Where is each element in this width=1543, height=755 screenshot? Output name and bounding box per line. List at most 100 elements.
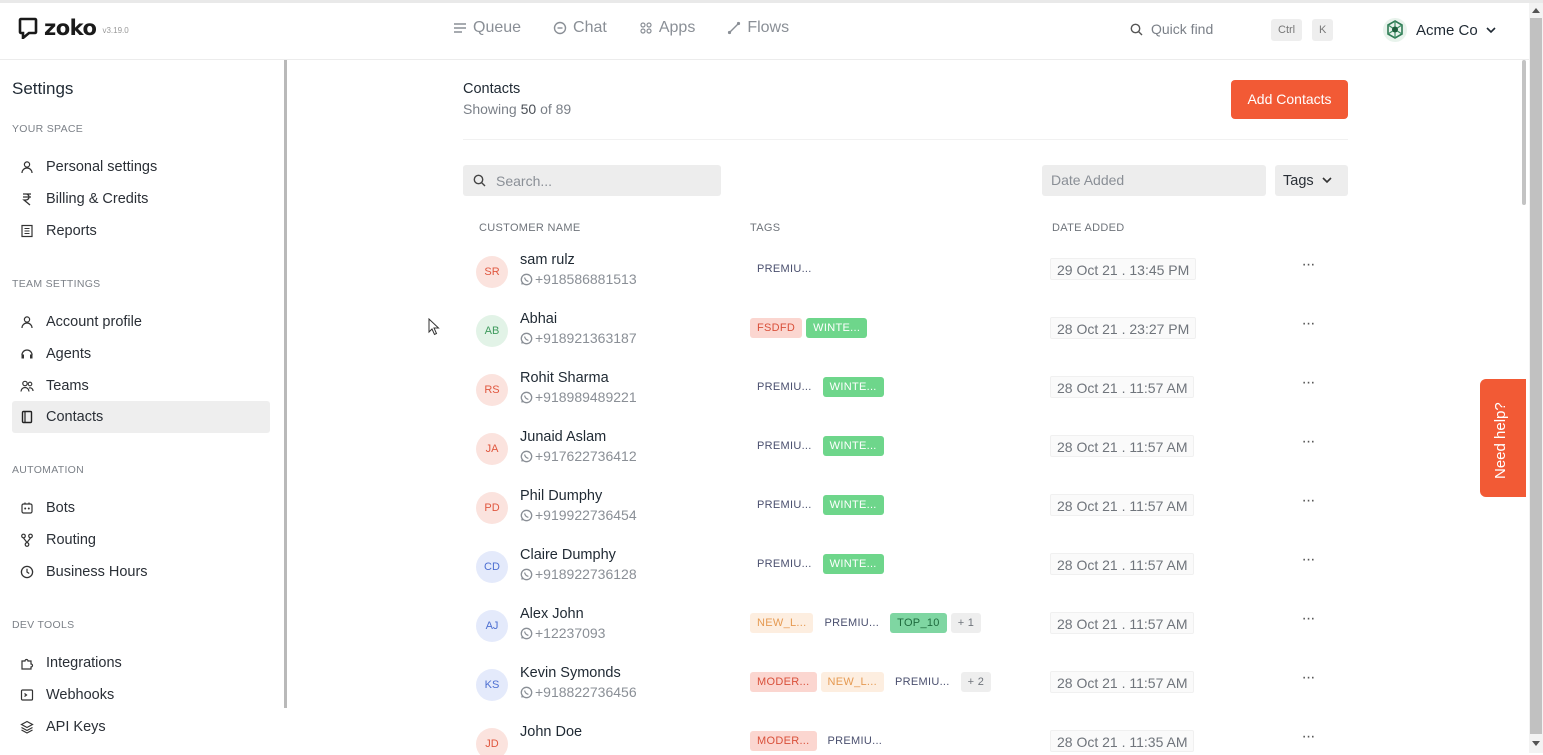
sidebar-item-routing[interactable]: Routing <box>12 524 270 556</box>
phone-number: +919922736454 <box>535 507 637 523</box>
whatsapp-icon <box>520 627 533 639</box>
sidebar-item-billing[interactable]: Billing & Credits <box>12 183 270 215</box>
column-tags[interactable]: TAGS <box>750 222 780 234</box>
need-help-button[interactable]: Need help? <box>1480 379 1526 497</box>
tag-badge[interactable]: PREMIU... <box>750 495 819 515</box>
search-input[interactable] <box>496 172 696 189</box>
customer-name[interactable]: Alex John <box>520 606 584 622</box>
routing-icon <box>21 533 33 547</box>
tag-badge[interactable]: WINTE... <box>822 554 884 574</box>
section-team-settings: TEAM SETTINGS <box>12 278 101 290</box>
search-icon <box>1130 23 1143 35</box>
phone-number: +918989489221 <box>535 389 637 405</box>
table-row[interactable]: CD Claire Dumphy +918922736128 PREMIU... WIN… <box>463 541 1348 600</box>
customer-name[interactable]: Abhai <box>520 311 557 327</box>
tag-badge[interactable]: WINTE... <box>806 318 868 338</box>
quick-find[interactable]: Quick find <box>1130 21 1213 37</box>
tag-badge[interactable]: PREMIU... <box>750 436 819 456</box>
phone-number: +918921363187 <box>535 330 637 346</box>
tag-badge[interactable]: PREMIU... <box>887 672 957 692</box>
sidebar-item-agents[interactable]: Agents <box>12 338 270 370</box>
add-contacts-button[interactable]: Add Contacts <box>1231 80 1348 119</box>
row-more-options-icon[interactable]: ··· <box>1299 552 1317 573</box>
table-row[interactable]: KS Kevin Symonds +918822736456 MODER... NEW_… <box>463 659 1348 718</box>
account-switcher[interactable]: Acme Co <box>1382 17 1496 43</box>
window-scrollbar-thumb[interactable] <box>1530 18 1542 734</box>
row-more-options-icon[interactable]: ··· <box>1299 375 1317 396</box>
sidebar-item-webhooks[interactable]: Webhooks <box>12 679 270 711</box>
tag-badge[interactable]: WINTE... <box>822 377 884 397</box>
tag-badge[interactable]: WINTE... <box>822 436 884 456</box>
panel-scrollbar[interactable] <box>1522 60 1526 205</box>
sidebar-item-bots[interactable]: Bots <box>12 492 270 524</box>
nav-apps[interactable]: Apps <box>639 19 695 37</box>
date-added: 28 Oct 21 . 11:57 AM <box>1050 494 1195 516</box>
tag-badge[interactable]: NEW_L... <box>750 613 814 633</box>
customer-name[interactable]: John Doe <box>520 724 582 740</box>
customer-name[interactable]: Claire Dumphy <box>520 547 616 563</box>
scroll-up-arrow[interactable] <box>1532 8 1540 13</box>
tag-badge[interactable]: NEW_L... <box>820 672 884 692</box>
contact-search[interactable] <box>463 165 721 196</box>
brand-logo[interactable]: zoko v3.19.0 <box>18 17 129 39</box>
row-more-options-icon[interactable]: ··· <box>1299 493 1317 514</box>
date-added: 28 Oct 21 . 11:35 AM <box>1050 730 1195 752</box>
tags-filter-dropdown[interactable]: Tags <box>1275 165 1348 196</box>
scroll-down-arrow[interactable] <box>1532 741 1540 746</box>
sidebar-item-teams[interactable]: Teams <box>12 370 270 402</box>
sidebar-item-business-hours[interactable]: Business Hours <box>12 556 270 588</box>
table-row[interactable]: SR sam rulz +918586881513 PREMIU... 29 Oct 2… <box>463 246 1348 305</box>
row-more-options-icon[interactable]: ··· <box>1299 670 1317 691</box>
shortcut-k: K <box>1312 19 1334 41</box>
sidebar-item-api-keys[interactable]: API Keys <box>12 711 270 743</box>
customer-phone: +917622736412 <box>520 448 637 464</box>
window-edge <box>0 0 1543 3</box>
tag-badge[interactable]: MODER... <box>750 672 817 692</box>
tag-badge[interactable]: PREMIU... <box>750 377 819 397</box>
sidebar-item-contacts[interactable]: Contacts <box>12 401 270 433</box>
tag-badge[interactable]: PREMIU... <box>750 554 819 574</box>
row-more-options-icon[interactable]: ··· <box>1299 316 1317 337</box>
customer-name[interactable]: Rohit Sharma <box>520 370 609 386</box>
tag-list: MODER... NEW_L... PREMIU... + 2 <box>750 672 992 692</box>
tag-badge[interactable]: WINTE... <box>822 495 884 515</box>
sidebar-item-personal-settings[interactable]: Personal settings <box>12 151 270 183</box>
tag-badge[interactable]: FSDFD <box>750 318 803 338</box>
nav-chat[interactable]: Chat <box>553 19 607 37</box>
sidebar-item-account-profile[interactable]: Account profile <box>12 306 270 338</box>
row-more-options-icon[interactable]: ··· <box>1299 729 1317 750</box>
row-more-options-icon[interactable]: ··· <box>1299 257 1317 278</box>
more-tags-badge[interactable]: + 2 <box>960 672 992 692</box>
table-row[interactable]: AJ Alex John +12237093 NEW_L... PREMIU... TOP… <box>463 600 1348 659</box>
column-customer-name[interactable]: CUSTOMER NAME <box>479 222 580 234</box>
table-row[interactable]: AB Abhai +918921363187 FSDFD WINTE... 28 Oct … <box>463 305 1348 364</box>
column-date-added[interactable]: DATE ADDED <box>1052 222 1124 234</box>
customer-name[interactable]: Junaid Aslam <box>520 429 606 445</box>
tag-badge[interactable]: PREMIU... <box>750 259 819 279</box>
flows-icon <box>728 21 741 35</box>
layers-icon <box>20 720 34 734</box>
table-row[interactable]: RS Rohit Sharma +918989489221 PREMIU... WINT… <box>463 364 1348 423</box>
customer-name[interactable]: Kevin Symonds <box>520 665 621 681</box>
table-row[interactable]: JA Junaid Aslam +917622736412 PREMIU... WINT… <box>463 423 1348 482</box>
nav-queue[interactable]: Queue <box>453 19 521 37</box>
avatar: AJ <box>476 610 508 642</box>
avatar: JA <box>476 433 508 465</box>
row-more-options-icon[interactable]: ··· <box>1299 611 1317 632</box>
tag-badge[interactable]: TOP_10 <box>890 613 947 633</box>
tag-list: PREMIU... WINTE... <box>750 377 884 397</box>
sidebar-item-integrations[interactable]: Integrations <box>12 647 270 679</box>
customer-name[interactable]: Phil Dumphy <box>520 488 602 504</box>
tag-badge[interactable]: PREMIU... <box>820 731 890 751</box>
table-row[interactable]: JD John Doe MODER... PREMIU... 28 Oct 21 . 1… <box>463 718 1348 755</box>
date-added-filter[interactable]: Date Added <box>1042 165 1266 196</box>
customer-name[interactable]: sam rulz <box>520 252 575 268</box>
nav-flows[interactable]: Flows <box>727 19 789 37</box>
table-row[interactable]: PD Phil Dumphy +919922736454 PREMIU... WINTE… <box>463 482 1348 541</box>
sidebar-item-reports[interactable]: Reports <box>12 215 270 247</box>
more-tags-badge[interactable]: + 1 <box>950 613 982 633</box>
nav-apps-label: Apps <box>658 19 696 36</box>
tag-badge[interactable]: MODER... <box>750 731 817 751</box>
tag-badge[interactable]: PREMIU... <box>817 613 887 633</box>
row-more-options-icon[interactable]: ··· <box>1299 434 1317 455</box>
